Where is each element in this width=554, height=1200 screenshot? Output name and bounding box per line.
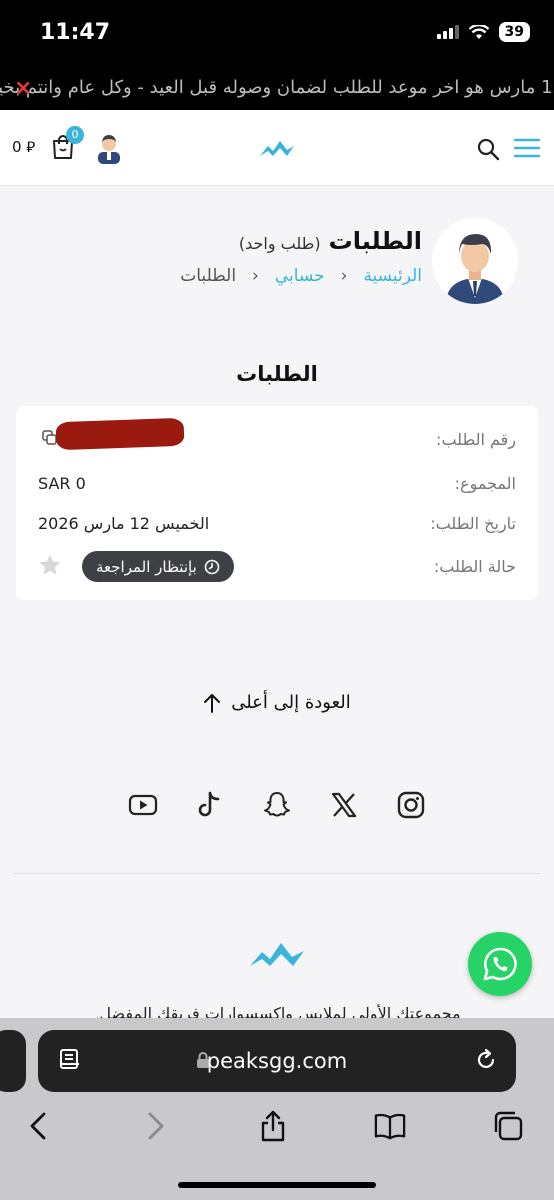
whatsapp-button[interactable]: [468, 932, 532, 996]
breadcrumb-account[interactable]: حسابي: [275, 266, 325, 286]
footer-logo: [250, 943, 304, 966]
status-text: بإنتظار المراجعة: [96, 557, 197, 576]
total-value: SAR 0: [38, 474, 86, 493]
browser-toolbar: peaksgg.com: [0, 1018, 554, 1200]
order-number-label: رقم الطلب:: [436, 430, 516, 449]
cart-total[interactable]: 0 ⃁: [12, 138, 35, 157]
home-indicator: [178, 1182, 376, 1188]
whatsapp-icon: [483, 947, 517, 981]
breadcrumb: الرئيسية ‹ حسابي ‹ الطلبات: [180, 266, 422, 286]
status-time: 11:47: [40, 20, 111, 45]
page-title: الطلبات (طلب واحد): [239, 227, 422, 255]
signal-icon: [436, 25, 459, 39]
orders-section-title: الطلبات: [236, 362, 318, 386]
status-label: حالة الطلب:: [433, 557, 516, 576]
share-icon[interactable]: [257, 1110, 289, 1142]
snapchat-icon[interactable]: [256, 784, 298, 826]
site-header: 0 ⃁ 0: [0, 110, 554, 186]
youtube-icon[interactable]: [122, 784, 164, 826]
user-avatar-icon[interactable]: [94, 132, 124, 164]
battery-indicator: 39: [498, 22, 530, 42]
date-value: الخميس 12 مارس 2026: [38, 514, 210, 533]
forward-icon[interactable]: [140, 1110, 172, 1142]
menu-icon[interactable]: [514, 137, 540, 159]
tabs-icon[interactable]: [492, 1110, 524, 1142]
status-badge: بإنتظار المراجعة: [82, 551, 234, 582]
order-card[interactable]: رقم الطلب: المجموع: SAR 0 تاريخ الطلب: ا…: [16, 406, 538, 600]
status-icons: 39: [436, 22, 530, 42]
url-text: peaksgg.com: [206, 1049, 348, 1073]
status-bar: 11:47 39: [0, 0, 554, 66]
close-icon[interactable]: ×: [14, 76, 32, 101]
announcement-text: 13 مارس هو اخر موعد للطلب لضمان وصوله قب…: [0, 77, 554, 98]
wifi-icon: [468, 24, 489, 39]
date-label: تاريخ الطلب:: [430, 514, 516, 533]
address-bar[interactable]: peaksgg.com: [38, 1030, 516, 1092]
page-title-text: الطلبات: [328, 227, 422, 255]
arrow-up-icon: [204, 693, 221, 713]
back-icon[interactable]: [22, 1110, 54, 1142]
back-to-top-button[interactable]: العودة إلى أعلى: [0, 692, 554, 713]
redacted-order-number: [55, 417, 185, 451]
brand-logo[interactable]: [260, 138, 294, 158]
order-count: (طلب واحد): [238, 234, 321, 253]
breadcrumb-separator: ‹: [252, 266, 259, 286]
star-icon[interactable]: [38, 553, 62, 577]
breadcrumb-home[interactable]: الرئيسية: [363, 266, 422, 286]
footer-divider: [14, 873, 540, 874]
total-label: المجموع:: [454, 474, 516, 493]
reload-icon[interactable]: [474, 1048, 498, 1072]
x-icon[interactable]: [323, 784, 365, 826]
instagram-icon[interactable]: [390, 784, 432, 826]
previous-tab[interactable]: [0, 1030, 26, 1092]
search-icon[interactable]: [476, 137, 500, 161]
breadcrumb-current: الطلبات: [180, 266, 237, 286]
back-to-top-label: العودة إلى أعلى: [231, 692, 351, 713]
profile-avatar: [432, 218, 518, 304]
clock-icon: [204, 559, 220, 574]
cart-count-badge: 0: [66, 126, 84, 144]
announcement-bar: 13 مارس هو اخر موعد للطلب لضمان وصوله قب…: [0, 66, 554, 110]
bookmarks-icon[interactable]: [374, 1110, 406, 1142]
tiktok-icon[interactable]: [189, 784, 231, 826]
breadcrumb-separator: ‹: [340, 266, 348, 286]
